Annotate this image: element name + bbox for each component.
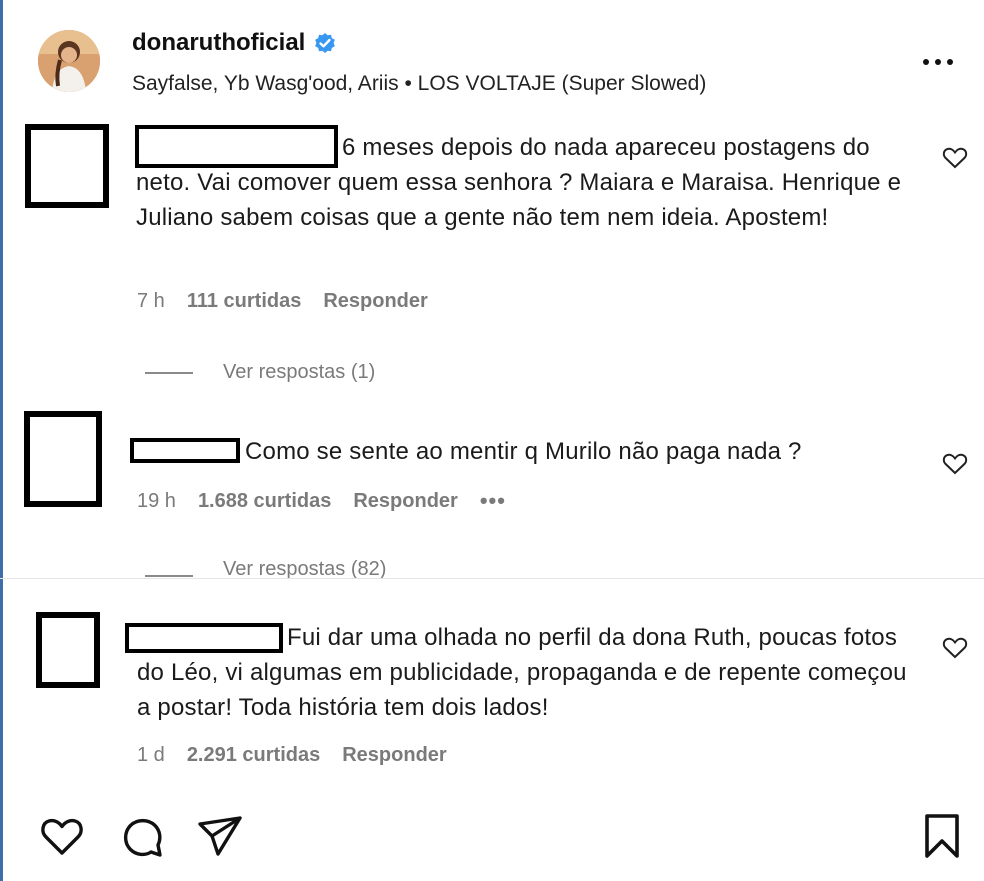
comment-like-heart-icon[interactable] <box>942 146 968 170</box>
comment-text: Fui dar uma olhada no perfil da dona Rut… <box>137 624 907 721</box>
avatar-photo <box>38 30 100 92</box>
section-divider <box>0 578 984 579</box>
view-replies-label[interactable]: Ver respostas (82) <box>223 558 386 578</box>
username-text[interactable]: donaruthoficial <box>132 29 305 57</box>
more-dots-icon[interactable] <box>920 50 956 74</box>
comment-meta: 1 d 2.291 curtidas Responder <box>137 744 447 767</box>
comment-likes[interactable]: 1.688 curtidas <box>198 490 331 513</box>
profile-avatar[interactable] <box>38 30 100 92</box>
comment-meta: 19 h 1.688 curtidas Responder ••• <box>137 488 506 514</box>
replies-clip: Ver respostas (82) <box>0 556 984 578</box>
comment-bubble-icon[interactable] <box>118 812 166 860</box>
paper-plane-icon[interactable] <box>196 812 244 860</box>
comment-time: 19 h <box>137 489 176 512</box>
comment-more-options[interactable]: ••• <box>480 488 506 514</box>
commenter-avatar-redacted[interactable] <box>25 124 109 208</box>
replies-divider-line <box>145 371 193 374</box>
comment-likes[interactable]: 111 curtidas <box>187 290 302 313</box>
reply-button[interactable]: Responder <box>353 490 457 513</box>
commenter-username-redacted[interactable] <box>130 438 240 463</box>
post-action-bar <box>0 812 984 881</box>
comment-like-heart-icon[interactable] <box>942 452 968 476</box>
post-username[interactable]: donaruthoficial <box>132 29 337 57</box>
view-replies-button[interactable]: Ver respostas (82) <box>145 558 386 578</box>
view-replies-label[interactable]: Ver respostas (1) <box>223 361 375 384</box>
comment-meta: 7 h 111 curtidas Responder <box>137 290 428 313</box>
commenter-avatar-redacted[interactable] <box>24 411 102 507</box>
window-left-border <box>0 0 3 881</box>
comment-likes[interactable]: 2.291 curtidas <box>187 744 320 767</box>
comment-text: Como se sente ao mentir q Murilo não pag… <box>245 438 802 465</box>
commenter-avatar-redacted[interactable] <box>36 612 100 688</box>
replies-divider-line <box>145 574 193 577</box>
heart-icon[interactable] <box>38 812 86 860</box>
comment-time: 7 h <box>137 290 165 312</box>
comment-time: 1 d <box>137 744 165 766</box>
post-header: donaruthoficial Sayfalse, Yb Wasg'ood, A… <box>0 0 984 118</box>
view-replies-button[interactable]: Ver respostas (1) <box>145 361 375 384</box>
verified-badge-icon <box>315 33 336 53</box>
comment-text: 6 meses depois do nada apareceu postagen… <box>136 134 902 231</box>
reply-button[interactable]: Responder <box>342 744 446 767</box>
audio-track[interactable]: Sayfalse, Yb Wasg'ood, Ariis • LOS VOLTA… <box>132 72 706 96</box>
reply-button[interactable]: Responder <box>323 290 427 313</box>
comment-like-heart-icon[interactable] <box>942 636 968 660</box>
bookmark-icon[interactable] <box>918 812 966 860</box>
